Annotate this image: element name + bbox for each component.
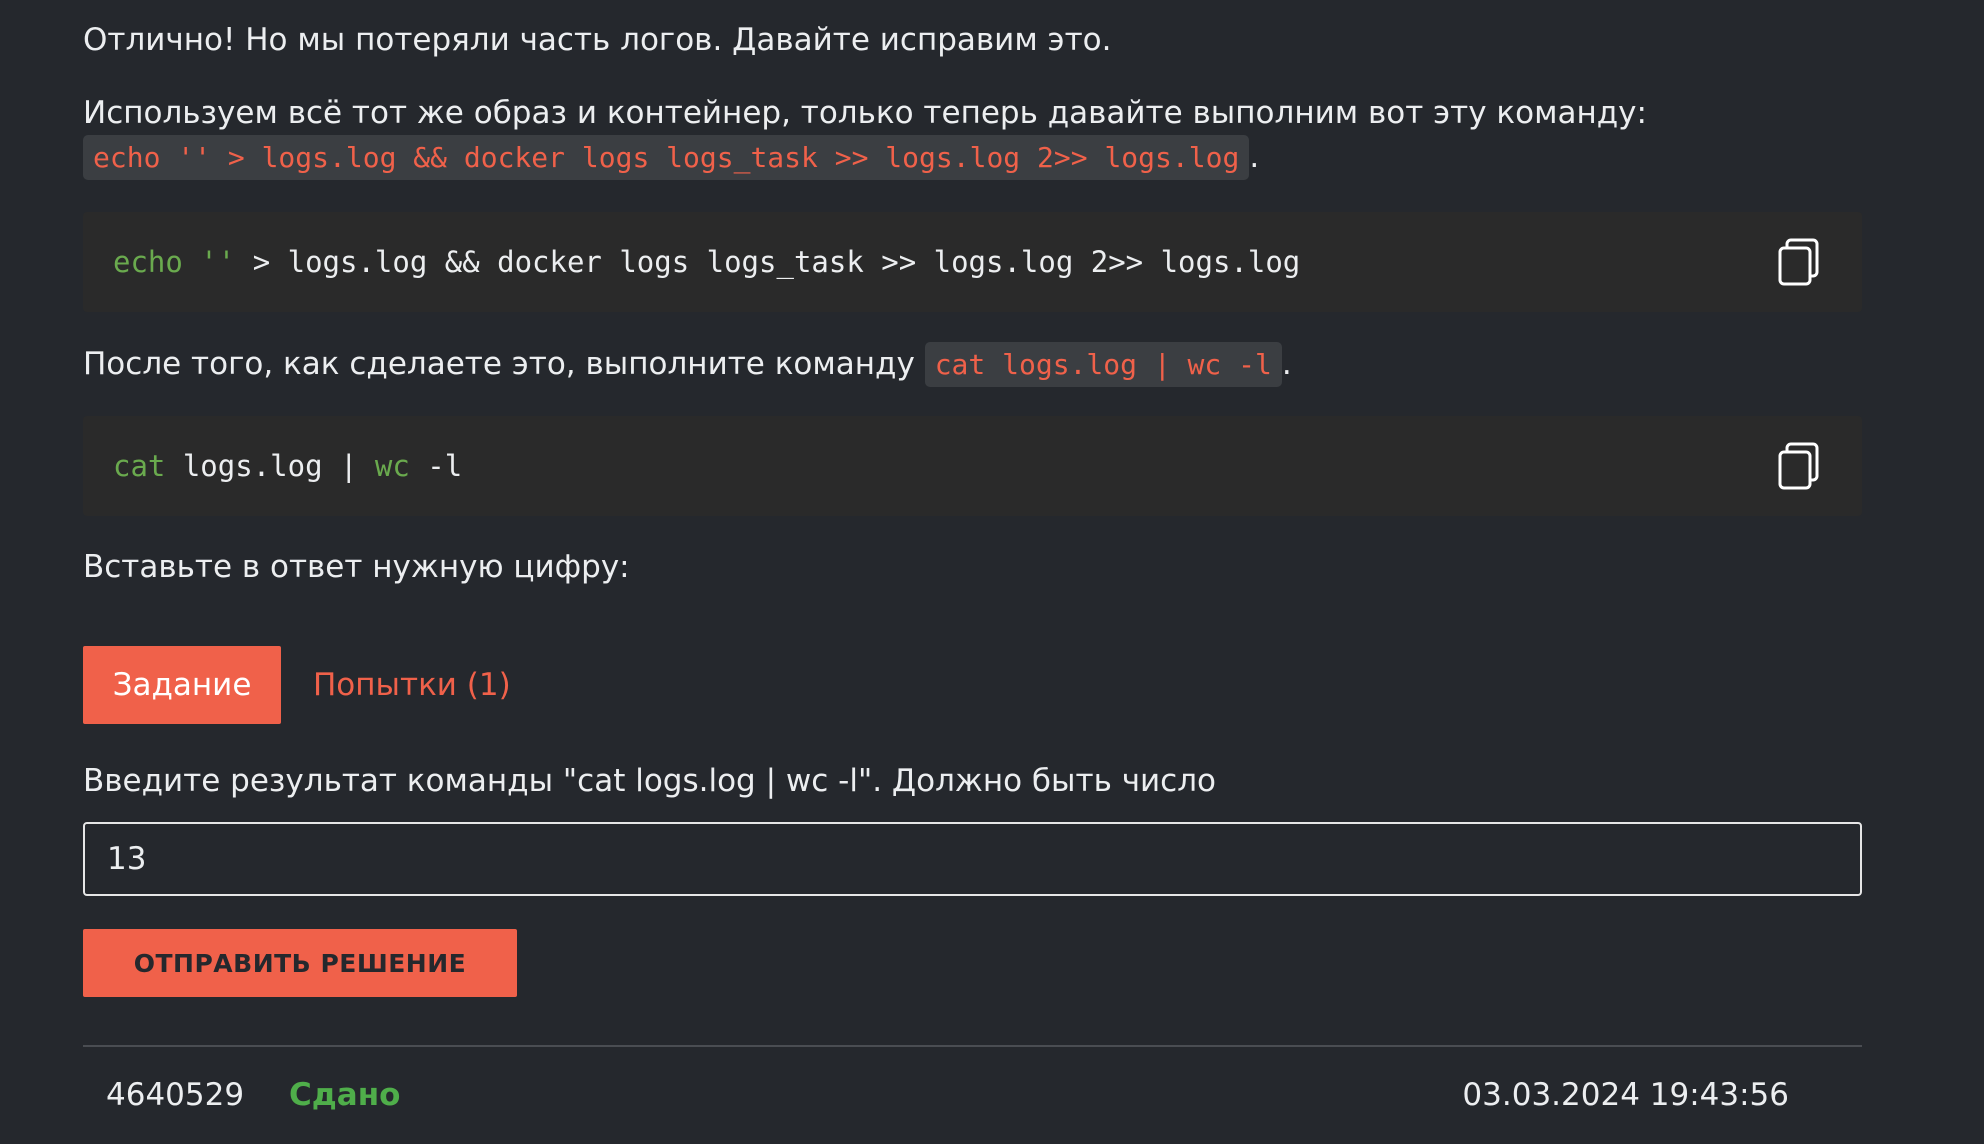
code-token-rest: -l xyxy=(409,449,463,483)
after-suffix: . xyxy=(1281,346,1292,382)
insert-answer-text: Вставьте в ответ нужную цифру: xyxy=(83,549,630,585)
task-tabs: Задание Попытки (1) xyxy=(83,646,511,724)
submission-status: Сдано xyxy=(289,1077,401,1113)
submission-id: 4640529 xyxy=(106,1077,245,1113)
code-line: echo '' > logs.log && docker logs logs_t… xyxy=(113,240,1300,284)
tab-task[interactable]: Задание xyxy=(83,646,281,724)
instruction-suffix: . xyxy=(1249,139,1260,175)
code-token-mid: logs.log | xyxy=(165,449,375,483)
intro-text: Отлично! Но мы потеряли часть логов. Дав… xyxy=(83,22,1112,58)
code-token-command: echo xyxy=(113,245,183,279)
submission-row[interactable]: 4640529 Сдано 03.03.2024 19:43:56 xyxy=(83,1070,1862,1120)
code-token-command: wc xyxy=(374,449,410,483)
inline-code-cat: cat logs.log | wc -l xyxy=(924,342,1282,387)
after-prefix: После того, как сделаете это, выполните … xyxy=(83,346,915,382)
code-block-echo: echo '' > logs.log && docker logs logs_t… xyxy=(83,212,1862,312)
submission-date: 03.03.2024 19:43:56 xyxy=(1462,1077,1789,1113)
copy-icon[interactable] xyxy=(1776,441,1822,491)
code-token-string: '' xyxy=(182,245,236,279)
inline-code-echo: echo '' > logs.log && docker logs logs_t… xyxy=(83,135,1250,180)
submit-button[interactable]: ОТПРАВИТЬ РЕШЕНИЕ xyxy=(83,929,517,997)
tab-attempts[interactable]: Попытки (1) xyxy=(313,667,511,703)
divider xyxy=(83,1045,1862,1047)
answer-input[interactable] xyxy=(83,822,1862,896)
after-text: После того, как сделаете это, выполните … xyxy=(83,342,1292,388)
code-line: cat logs.log | wc -l xyxy=(113,444,462,488)
answer-prompt: Введите результат команды "cat logs.log … xyxy=(83,763,1216,799)
code-token-command: cat xyxy=(113,449,166,483)
instruction-text: Используем всё тот же образ и контейнер,… xyxy=(83,91,1862,181)
instruction-prefix: Используем всё тот же образ и контейнер,… xyxy=(83,95,1647,131)
copy-icon[interactable] xyxy=(1776,237,1822,287)
code-block-cat: cat logs.log | wc -l xyxy=(83,416,1862,516)
code-token-rest: > logs.log && docker logs logs_task >> l… xyxy=(235,245,1301,279)
